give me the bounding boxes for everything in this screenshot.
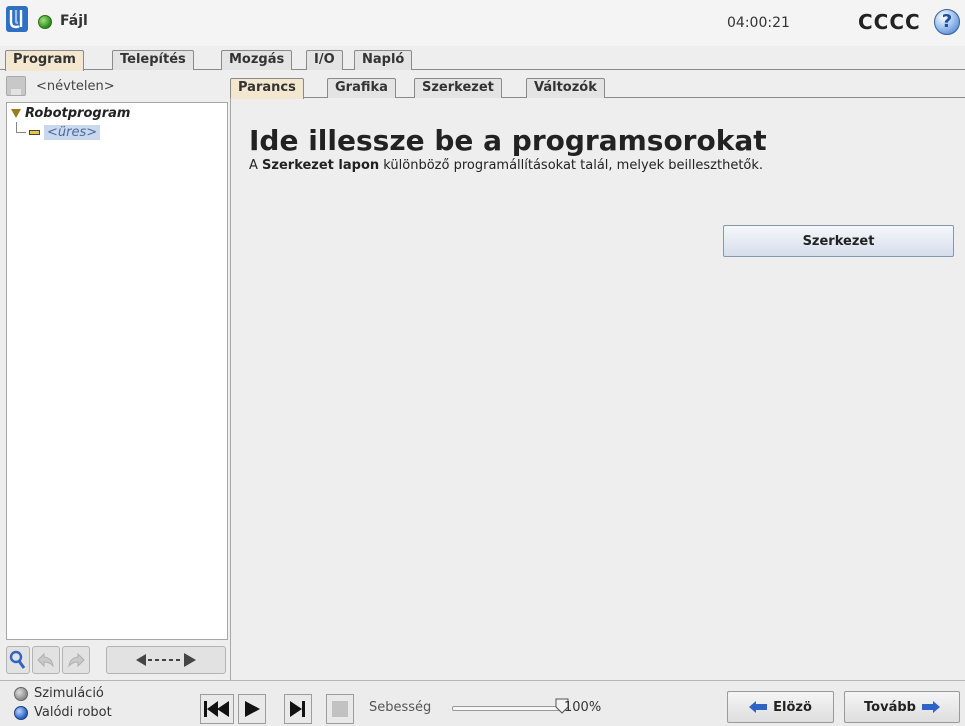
command-panel: Ide illessze be a programsorokat A Szerk… [230,98,965,680]
previous-button[interactable]: Elözö [727,691,834,723]
tree-root-label: Robotprogram [25,106,131,121]
play-button[interactable] [238,694,266,724]
stop-icon [332,701,348,717]
previous-label: Elözö [773,699,812,715]
tab-log[interactable]: Napló [354,50,413,70]
tab-program[interactable]: Program [5,50,84,71]
redo-button[interactable] [62,646,90,674]
speed-label: Sebesség [369,700,432,715]
bottom-bar: Szimuláció Valódi robot Sebesség 100% El… [0,680,965,726]
tab-installation[interactable]: Telepítés [112,50,194,70]
undo-icon [37,652,54,668]
next-button[interactable]: Tovább [844,691,960,723]
program-header: <névtelen> [6,74,228,100]
search-icon [9,650,26,669]
arrow-left-icon [749,701,768,713]
move-arrows-icon [136,653,196,667]
program-name: <névtelen> [36,79,115,94]
speed-value: 100% [564,700,602,715]
real-robot-radio-icon[interactable] [14,705,28,720]
structure-button[interactable]: Szerkezet [723,225,954,257]
tab-structure[interactable]: Szerkezet [414,78,502,98]
help-button[interactable]: ? [934,9,960,35]
desc-prefix: A [249,158,263,173]
rewind-button[interactable] [200,694,234,724]
move-node-button[interactable] [106,646,226,674]
step-icon [290,701,305,717]
tab-move[interactable]: Mozgás [221,50,293,70]
skip-back-icon [204,701,229,717]
undo-button[interactable] [32,646,60,674]
mode-real-robot[interactable]: Valódi robot [14,705,112,720]
speed-slider[interactable] [452,706,562,711]
step-button[interactable] [284,694,312,724]
play-icon [245,701,260,717]
robot-status-icon [38,15,52,29]
real-robot-label: Valódi robot [34,705,112,720]
tab-command[interactable]: Parancs [230,78,304,99]
stop-button[interactable] [326,694,354,724]
arrow-right-icon [921,701,940,713]
main-tabs: Program Telepítés Mozgás I/O Napló [0,46,965,71]
tab-graphics[interactable]: Grafika [327,78,396,98]
tree-item-label: <üres> [44,125,101,140]
tab-io[interactable]: I/O [306,50,343,70]
empty-node-icon [29,130,40,135]
simulation-label: Szimuláció [34,686,104,701]
tree-root[interactable]: Robotprogram [11,106,130,121]
next-label: Tovább [864,699,916,715]
search-button[interactable] [6,646,30,674]
desc-bold: Szerkezet lapon [262,158,380,173]
desc-suffix: különböző programállításokat talál, mely… [379,158,764,173]
tab-variables[interactable]: Változók [526,78,605,98]
tree-connector [16,122,26,133]
ur-logo-icon [6,6,28,32]
robot-name: CCCC [858,10,921,34]
simulation-radio-icon[interactable] [14,686,28,701]
sub-tabs: Parancs Grafika Szerkezet Változók [230,76,965,99]
page-title: Ide illessze be a programsorokat [249,124,767,157]
save-icon[interactable] [6,76,26,96]
redo-icon [68,652,85,668]
top-bar: Fájl 04:00:21 CCCC ? [0,0,965,46]
file-menu[interactable]: Fájl [60,13,88,29]
tree-toolbar [6,646,228,676]
expand-triangle-icon[interactable] [11,109,21,118]
tree-item-empty[interactable]: <üres> [29,125,101,140]
program-tree: Robotprogram <üres> [6,102,228,640]
mode-simulation[interactable]: Szimuláció [14,686,104,701]
clock: 04:00:21 [727,15,790,31]
page-description: A Szerkezet lapon különböző programállít… [249,158,763,173]
